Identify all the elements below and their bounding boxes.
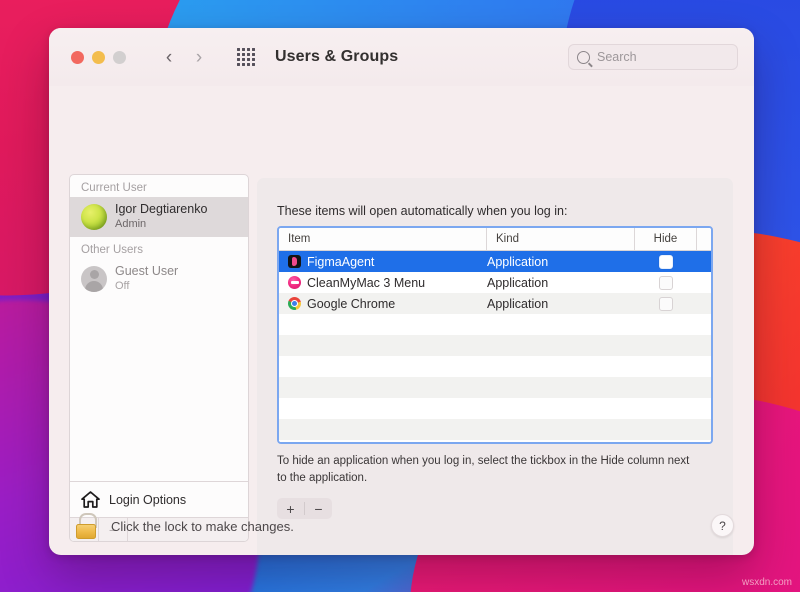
desktop-wallpaper: ‹ › Users & Groups Search Current User <box>0 0 800 592</box>
table-row-empty[interactable] <box>279 398 711 419</box>
cell-item: Google Chrome <box>279 293 487 314</box>
group-header-other-users: Other Users <box>70 237 248 259</box>
close-button[interactable] <box>71 51 84 64</box>
item-name: FigmaAgent <box>307 255 374 269</box>
cell-kind: Application <box>487 293 635 314</box>
search-placeholder: Search <box>597 50 637 64</box>
avatar <box>81 204 107 230</box>
page-title: Users & Groups <box>275 48 398 66</box>
cell-kind: Application <box>487 272 635 293</box>
table-row-empty[interactable] <box>279 314 711 335</box>
cell-item: FigmaAgent <box>279 251 487 272</box>
sidebar-item-igor-degtiarenko[interactable]: Igor Degtiarenko Admin <box>70 197 248 237</box>
users-list: Current User Igor Degtiarenko Admin Othe… <box>70 175 248 481</box>
user-name: Igor Degtiarenko <box>115 202 207 218</box>
table-row[interactable]: FigmaAgent Application <box>279 251 711 272</box>
watermark: wsxdn.com <box>742 577 792 588</box>
hide-column-hint: To hide an application when you log in, … <box>277 453 697 486</box>
cleanmymac-icon <box>288 276 301 289</box>
navigation-buttons: ‹ › <box>157 45 211 69</box>
column-header-hide[interactable]: Hide <box>635 228 697 250</box>
cell-hide <box>635 251 697 272</box>
avatar <box>81 266 107 292</box>
grid-apps-icon[interactable] <box>237 48 255 66</box>
item-name: CleanMyMac 3 Menu <box>307 276 425 290</box>
user-name: Guest User <box>115 264 178 280</box>
chevron-left-icon[interactable]: ‹ <box>157 45 181 69</box>
hide-checkbox[interactable] <box>659 297 673 311</box>
help-button[interactable]: ? <box>711 514 734 537</box>
table-header-row: Item Kind Hide <box>279 228 711 251</box>
cell-spacer <box>697 251 711 272</box>
zoom-button[interactable] <box>113 51 126 64</box>
column-header-spacer <box>697 228 711 250</box>
search-field[interactable]: Search <box>568 44 738 70</box>
window-titlebar: ‹ › Users & Groups Search <box>49 28 754 86</box>
system-preferences-window: ‹ › Users & Groups Search Current User <box>49 28 754 555</box>
table-row-empty[interactable] <box>279 377 711 398</box>
traffic-lights <box>71 51 126 64</box>
cell-hide <box>635 293 697 314</box>
table-row-empty[interactable] <box>279 419 711 440</box>
figma-icon <box>288 255 301 268</box>
chrome-icon <box>288 297 301 310</box>
item-name: Google Chrome <box>307 297 395 311</box>
table-row-empty[interactable] <box>279 335 711 356</box>
group-header-current-user: Current User <box>70 175 248 197</box>
login-items-table[interactable]: Item Kind Hide FigmaAgent Application <box>277 226 713 444</box>
cell-hide <box>635 272 697 293</box>
table-row[interactable]: CleanMyMac 3 Menu Application <box>279 272 711 293</box>
table-row-empty[interactable] <box>279 440 711 444</box>
window-body: Current User Igor Degtiarenko Admin Othe… <box>49 86 754 555</box>
lock-hint-text: Click the lock to make changes. <box>111 519 294 534</box>
minimize-button[interactable] <box>92 51 105 64</box>
panel-intro-text: These items will open automatically when… <box>277 204 713 218</box>
column-header-kind[interactable]: Kind <box>487 228 635 250</box>
lock-body <box>76 524 96 539</box>
cell-spacer <box>697 272 711 293</box>
search-icon <box>577 51 590 64</box>
window-footer: Click the lock to make changes. ? <box>49 497 754 555</box>
hide-checkbox[interactable] <box>659 276 673 290</box>
user-status: Off <box>115 280 178 294</box>
user-info: Guest User Off <box>115 264 178 293</box>
users-sidebar: Current User Igor Degtiarenko Admin Othe… <box>69 174 249 542</box>
user-info: Igor Degtiarenko Admin <box>115 202 207 231</box>
user-status: Admin <box>115 218 207 232</box>
table-row-empty[interactable] <box>279 356 711 377</box>
table-row[interactable]: Google Chrome Application <box>279 293 711 314</box>
column-header-item[interactable]: Item <box>279 228 487 250</box>
sidebar-item-guest-user[interactable]: Guest User Off <box>70 259 248 299</box>
lock-closed-icon[interactable] <box>75 513 97 539</box>
hide-checkbox[interactable] <box>659 255 673 269</box>
cell-spacer <box>697 293 711 314</box>
cell-item: CleanMyMac 3 Menu <box>279 272 487 293</box>
cell-kind: Application <box>487 251 635 272</box>
chevron-right-icon[interactable]: › <box>187 45 211 69</box>
